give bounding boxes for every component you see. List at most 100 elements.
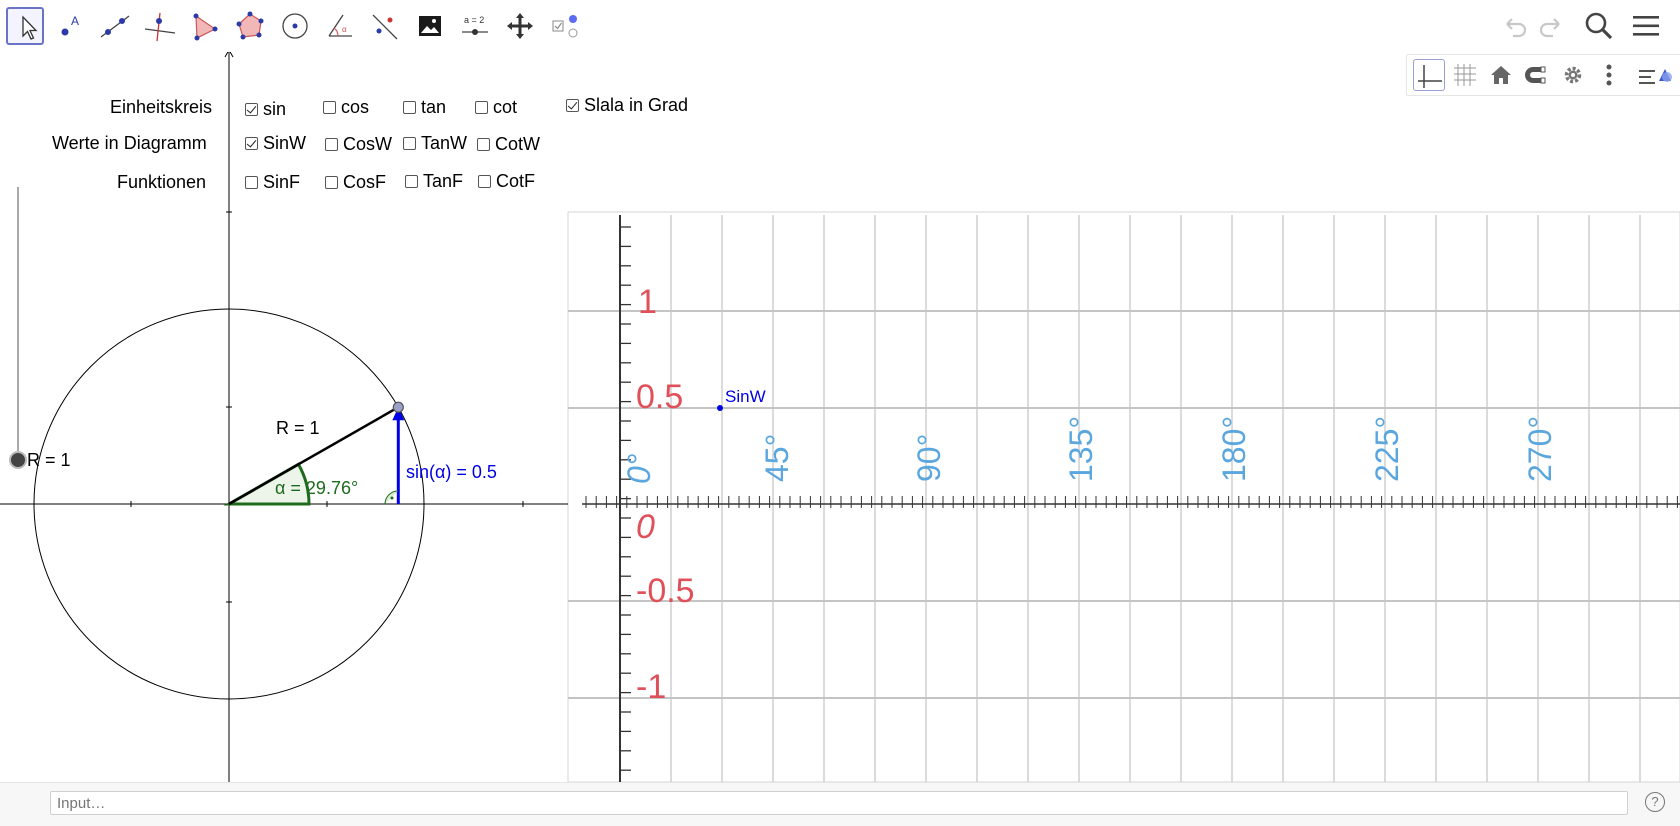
point-on-circle[interactable] xyxy=(392,401,404,413)
angle-icon: α xyxy=(328,14,352,37)
point-capturing-button[interactable] xyxy=(1521,59,1553,91)
checkbox-cosw[interactable]: CosW xyxy=(325,134,392,155)
circle-tool-button[interactable] xyxy=(276,7,314,45)
right-angle-dot xyxy=(390,496,394,500)
y-label-1: 1 xyxy=(638,283,657,321)
checkbox-cosw-box[interactable] xyxy=(325,138,338,151)
checkbox-sinf-box[interactable] xyxy=(245,176,258,189)
radius-slider-handle[interactable] xyxy=(9,451,27,469)
checkbox-cosf-box[interactable] xyxy=(325,176,338,189)
undo-icon xyxy=(1506,18,1527,38)
triangle-polygon-icon xyxy=(193,13,218,41)
settings-button[interactable] xyxy=(1557,59,1589,91)
drawing-canvas[interactable]: 1 0.5 0 -0.5 -1 0° 45° 90° 135° 180° 225… xyxy=(0,52,1680,782)
checkbox-tan[interactable]: tan xyxy=(403,97,446,118)
axes-toggle-button[interactable] xyxy=(1413,59,1445,91)
svg-text:a = 2: a = 2 xyxy=(464,15,484,25)
checkbox-tool-button[interactable] xyxy=(546,7,584,45)
radius-slider-label: R = 1 xyxy=(27,450,71,470)
checkbox-tanw-label: TanW xyxy=(421,133,468,153)
point-tool-button[interactable]: A xyxy=(51,7,89,45)
move-tool-button[interactable] xyxy=(6,7,44,45)
checkbox-tanw-box[interactable] xyxy=(403,137,416,150)
graphics-style-bar xyxy=(1406,54,1680,96)
sinw-point[interactable] xyxy=(717,405,723,411)
checkbox-cos-box[interactable] xyxy=(323,101,336,114)
checkbox-sinf[interactable]: SinF xyxy=(245,172,300,193)
checkbox-tan-label: tan xyxy=(421,97,447,117)
degree-label-225: 225° xyxy=(1369,416,1405,482)
checkbox-cos[interactable]: cos xyxy=(323,97,369,118)
degree-label-45: 45° xyxy=(759,434,795,482)
checkbox-sinw[interactable]: SinW xyxy=(245,133,306,154)
checkbox-sinf-label: SinF xyxy=(263,172,301,192)
checkbox-tanf[interactable]: TanF xyxy=(405,171,463,192)
checkbox-cosw-label: CosW xyxy=(343,134,392,154)
circle-center-icon xyxy=(282,13,308,39)
svg-text:A: A xyxy=(71,14,79,28)
checkbox-tanw[interactable]: TanW xyxy=(403,133,467,154)
checkbox-sin-label: sin xyxy=(263,99,287,119)
degree-label-135: 135° xyxy=(1063,416,1099,482)
algebra-input-field[interactable] xyxy=(50,791,1628,815)
checkbox-cosf[interactable]: CosF xyxy=(325,172,386,193)
checkbox-cotw[interactable]: CotW xyxy=(477,134,540,155)
graphics-view[interactable]: 1 0.5 0 -0.5 -1 0° 45° 90° 135° 180° 225… xyxy=(0,52,1680,782)
axes-icon xyxy=(1418,65,1442,88)
checkbox-sin[interactable]: sin xyxy=(245,99,286,120)
svg-text:α: α xyxy=(342,25,347,34)
checkbox-sin-box[interactable] xyxy=(245,103,258,116)
checkbox-scale-in-degrees-label: Slala in Grad xyxy=(584,95,689,115)
redo-button[interactable] xyxy=(1536,10,1566,40)
sine-value-label: sin(α) = 0.5 xyxy=(406,462,497,482)
checkbox-cotf-label: CotF xyxy=(496,171,536,191)
row-label-values-in-diagram: Werte in Diagramm xyxy=(52,133,207,153)
grid-toggle-button[interactable] xyxy=(1449,59,1481,91)
style-bar-toggle-button[interactable] xyxy=(1637,59,1672,91)
checkbox-cot-label: cot xyxy=(493,97,518,117)
reflect-line-icon xyxy=(372,14,398,40)
y-label-0.5: 0.5 xyxy=(636,378,683,416)
checkbox-cot-box[interactable] xyxy=(475,101,488,114)
checkbox-cotf-box[interactable] xyxy=(478,175,491,188)
checkbox-cotf[interactable]: CotF xyxy=(478,171,535,192)
checkbox-cotw-box[interactable] xyxy=(477,138,490,151)
degree-label-270: 270° xyxy=(1522,416,1558,482)
checkbox-sinw-box[interactable] xyxy=(245,137,258,150)
perpendicular-tool-button[interactable] xyxy=(141,7,179,45)
checkbox-tan-box[interactable] xyxy=(403,101,416,114)
move-view-tool-button[interactable] xyxy=(501,7,539,45)
slider-tool-button[interactable]: a = 2 xyxy=(456,7,494,45)
image-icon xyxy=(419,16,441,36)
main-menu-button[interactable] xyxy=(1630,10,1662,42)
regular-polygon-tool-button[interactable] xyxy=(231,7,269,45)
angle-alpha-label: α = 29.76° xyxy=(275,478,358,498)
help-button[interactable]: ? xyxy=(1645,792,1665,812)
standard-view-button[interactable] xyxy=(1485,59,1517,91)
hamburger-menu-icon xyxy=(1633,16,1659,36)
grid-icon xyxy=(1454,64,1476,86)
polygon-tool-button[interactable] xyxy=(186,7,224,45)
row-label-unit-circle: Einheitskreis xyxy=(110,97,213,117)
search-icon xyxy=(1585,12,1613,40)
angle-tool-button[interactable]: α xyxy=(321,7,359,45)
scale-image: 1 0.5 0 -0.5 -1 0° 45° 90° 135° 180° 225… xyxy=(567,211,1680,782)
algebra-input-bar: ? xyxy=(0,782,1680,826)
checkbox-tanf-box[interactable] xyxy=(405,175,418,188)
checkbox-cosf-label: CosF xyxy=(343,172,387,192)
checkbox-toggle-icon xyxy=(552,15,578,38)
line-tool-button[interactable] xyxy=(96,7,134,45)
search-button[interactable] xyxy=(1583,10,1615,42)
reflect-tool-button[interactable] xyxy=(366,7,404,45)
y-label-neg0.5: -0.5 xyxy=(636,572,695,610)
checkbox-cot[interactable]: cot xyxy=(475,97,517,118)
regular-polygon-icon xyxy=(236,11,264,40)
checkbox-scale-in-degrees[interactable]: Slala in Grad xyxy=(566,95,688,116)
magnet-icon xyxy=(1525,66,1546,84)
move-arrows-icon xyxy=(507,13,533,39)
undo-button[interactable] xyxy=(1500,10,1530,40)
style-bar-icon xyxy=(1639,69,1672,84)
image-tool-button[interactable] xyxy=(411,7,449,45)
more-menu-button[interactable] xyxy=(1593,59,1625,91)
checkbox-scale-in-degrees-box[interactable] xyxy=(566,99,579,112)
